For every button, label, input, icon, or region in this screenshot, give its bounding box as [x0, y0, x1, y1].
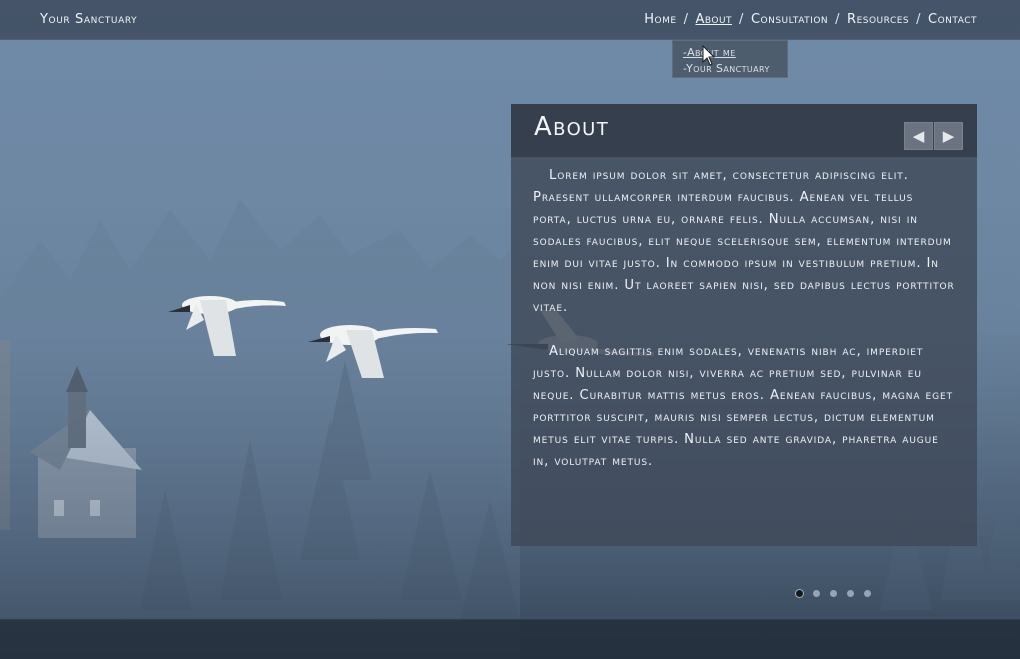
nav-separator: /: [835, 12, 841, 27]
slider-dot-1[interactable]: [796, 590, 803, 597]
about-panel: About ◀ ▶ Lorem ipsum dolor sit amet, co…: [511, 104, 977, 546]
dropdown-item-your-sanctuary[interactable]: -Your Sanctuary: [683, 61, 777, 77]
slider-dot-5[interactable]: [864, 590, 871, 597]
mouse-cursor-icon: [702, 45, 716, 66]
paragraph: Lorem ipsum dolor sit amet, consectetur …: [533, 168, 955, 315]
slider-dot-3[interactable]: [830, 590, 837, 597]
nav-item-home[interactable]: Home: [644, 12, 676, 27]
nav-separator: /: [739, 12, 744, 27]
nav-item-contact[interactable]: Contact: [928, 12, 977, 27]
nav-item-about[interactable]: About: [695, 12, 732, 27]
panel-arrows: ◀ ▶: [904, 122, 963, 150]
panel-title: About: [534, 112, 610, 142]
page-stage: Your Sanctuary Home / About / Consultati…: [0, 0, 1020, 659]
nav-separator: /: [916, 12, 922, 27]
prev-button[interactable]: ◀: [904, 122, 933, 150]
site-brand[interactable]: Your Sanctuary: [40, 12, 137, 27]
slider-dot-4[interactable]: [847, 590, 854, 597]
slider-dots: [796, 590, 871, 597]
main-nav: Home / About / Consultation / Resources …: [644, 12, 977, 27]
next-button[interactable]: ▶: [934, 122, 963, 150]
nav-item-consultation[interactable]: Consultation: [751, 12, 828, 27]
footer-bar: [0, 619, 1020, 659]
nav-item-resources[interactable]: Resources: [847, 12, 909, 27]
slider-dot-2[interactable]: [813, 590, 820, 597]
arrow-left-icon: ◀: [912, 127, 925, 145]
nav-separator: /: [683, 12, 689, 27]
panel-body: Lorem ipsum dolor sit amet, consectetur …: [511, 157, 977, 473]
arrow-right-icon: ▶: [942, 127, 955, 145]
top-navbar: Your Sanctuary Home / About / Consultati…: [0, 0, 1020, 40]
paragraph: Aliquam sagittis enim sodales, venenatis…: [533, 344, 954, 469]
about-dropdown-menu: -About me -Your Sanctuary: [672, 40, 788, 78]
dropdown-item-about-me[interactable]: -About me: [683, 45, 777, 61]
panel-header: About ◀ ▶: [511, 104, 977, 157]
